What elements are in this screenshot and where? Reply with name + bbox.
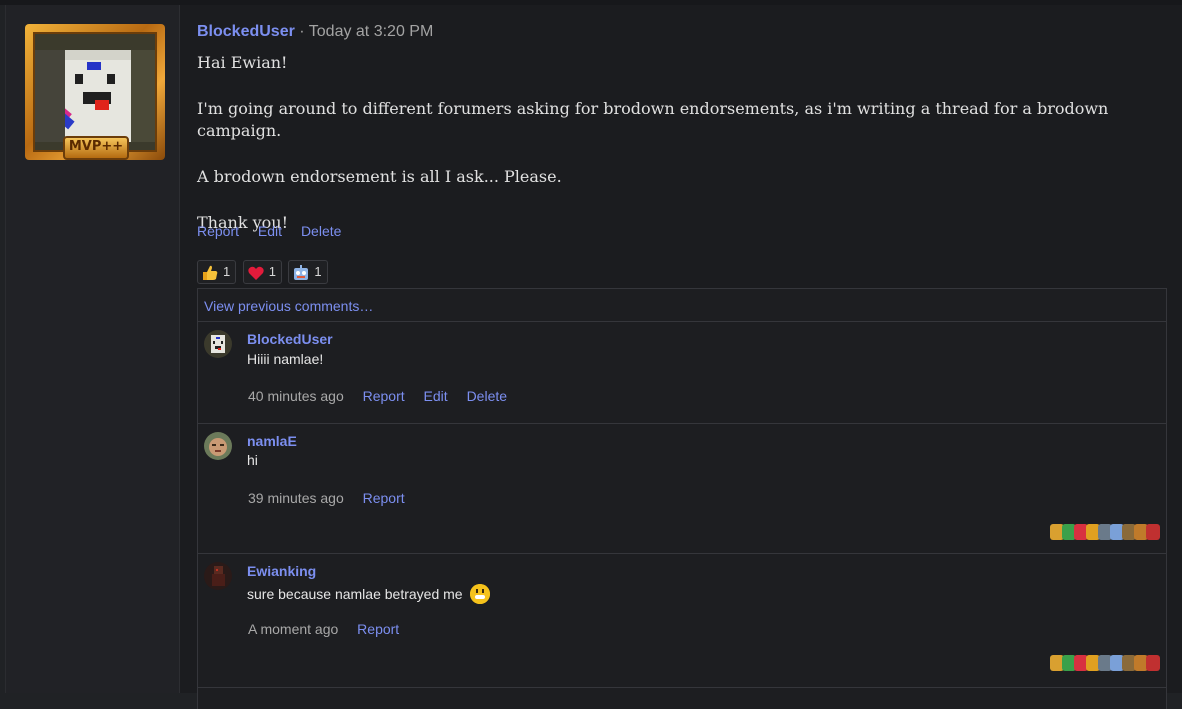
comment-reaction-picker[interactable] xyxy=(1050,655,1160,673)
rank-badge: MVP++ xyxy=(63,136,129,160)
avatar-image xyxy=(204,330,232,358)
comment-time[interactable]: 39 minutes ago xyxy=(248,490,344,506)
grinning-face-icon xyxy=(470,584,491,604)
author-sidebar: MVP++ xyxy=(6,5,180,693)
comment-text-row: sure because namlae betrayed me xyxy=(247,584,491,604)
comment-avatar[interactable] xyxy=(204,562,232,590)
post-container: MVP++ BlockedUser · Today at 3:20 PM Hai… xyxy=(5,5,1182,709)
delete-link[interactable]: Delete xyxy=(301,223,341,239)
comment-report-link[interactable]: Report xyxy=(363,388,405,404)
comment-report-link[interactable]: Report xyxy=(363,490,405,506)
comment-avatar[interactable] xyxy=(204,330,232,358)
comment-item: Ewianking sure because namlae betrayed m… xyxy=(198,554,1166,688)
avatar-image xyxy=(204,562,232,590)
post-header: BlockedUser · Today at 3:20 PM xyxy=(197,23,433,41)
header-separator: · xyxy=(299,23,305,40)
edit-link[interactable]: Edit xyxy=(258,223,282,239)
reaction-count: 1 xyxy=(268,264,276,279)
robot-face-icon xyxy=(294,264,309,280)
reaction-bar: 1 1 1 xyxy=(197,260,330,284)
comment-time[interactable]: A moment ago xyxy=(248,621,338,637)
comment-author-link[interactable]: Ewianking xyxy=(247,563,316,579)
report-link[interactable]: Report xyxy=(197,223,239,239)
x-icon[interactable] xyxy=(1146,655,1160,671)
comment-text: Hiiii namlae! xyxy=(247,351,324,367)
comment-reaction-picker[interactable] xyxy=(1050,524,1160,542)
post-actions: Report Edit Delete xyxy=(197,223,356,239)
comment-delete-link[interactable]: Delete xyxy=(467,388,507,404)
reaction-count: 1 xyxy=(223,264,231,279)
post-paragraph: Hai Ewian! xyxy=(197,53,288,72)
comment-report-link[interactable]: Report xyxy=(357,621,399,637)
avatar-image xyxy=(204,432,232,460)
comment-avatar[interactable] xyxy=(204,432,232,460)
comment-meta: A moment ago Report xyxy=(248,621,414,637)
post-timestamp[interactable]: Today at 3:20 PM xyxy=(309,23,434,40)
thumbs-up-icon xyxy=(203,265,218,280)
reaction-heart[interactable]: 1 xyxy=(242,260,282,284)
comment-meta: 39 minutes ago Report xyxy=(248,490,420,506)
reaction-robot[interactable]: 1 xyxy=(288,260,328,284)
comment-time[interactable]: 40 minutes ago xyxy=(248,388,344,404)
heart-icon xyxy=(248,266,264,280)
comment-author-link[interactable]: BlockedUser xyxy=(247,331,333,347)
avatar-image xyxy=(33,32,157,152)
post-paragraph: I'm going around to different forumers a… xyxy=(197,99,1109,140)
post-paragraph: A brodown endorsement is all I ask... Pl… xyxy=(197,167,562,186)
comment-author-link[interactable]: namlaE xyxy=(247,433,297,449)
comment-item: namlaE hi 39 minutes ago Report xyxy=(198,424,1166,554)
comment-item: BlockedUser Hiiii namlae! 40 minutes ago… xyxy=(198,322,1166,424)
skin-face-icon xyxy=(35,34,155,150)
comment-meta: 40 minutes ago Report Edit Delete xyxy=(248,388,522,404)
reaction-count: 1 xyxy=(314,264,322,279)
x-icon[interactable] xyxy=(1146,524,1160,540)
comment-text: hi xyxy=(247,452,258,468)
author-avatar[interactable]: MVP++ xyxy=(25,24,165,160)
comment-edit-link[interactable]: Edit xyxy=(424,388,448,404)
view-previous-comments-link[interactable]: View previous comments… xyxy=(198,289,1166,322)
comment-text: sure because namlae betrayed me xyxy=(247,586,463,602)
post-author-link[interactable]: BlockedUser xyxy=(197,23,295,40)
reaction-thumbs-up[interactable]: 1 xyxy=(197,260,237,284)
comments-section: View previous comments… BlockedUser Hiii… xyxy=(197,288,1167,709)
